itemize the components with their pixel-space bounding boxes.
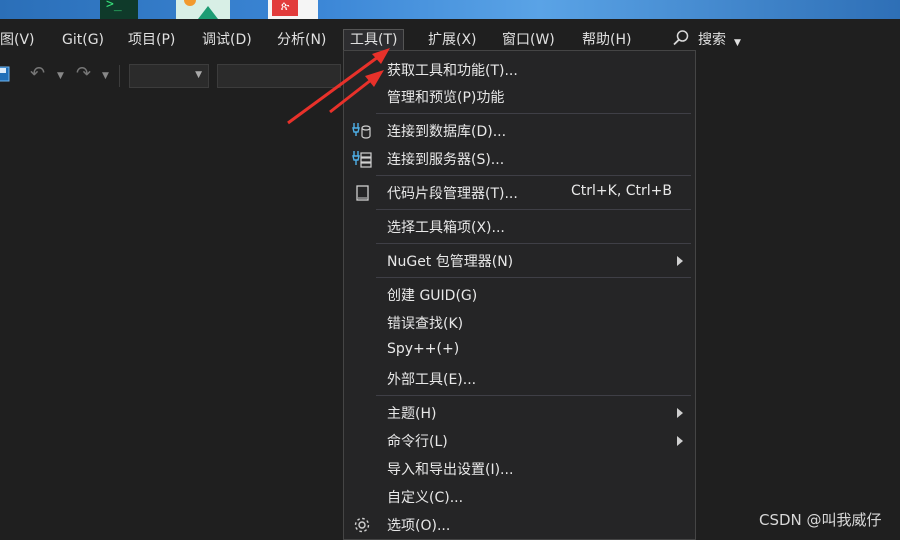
- annotation-arrows: [287, 48, 390, 125]
- annotation-arrow-2: [329, 70, 384, 114]
- watermark: CSDN @叫我威仔: [759, 511, 882, 529]
